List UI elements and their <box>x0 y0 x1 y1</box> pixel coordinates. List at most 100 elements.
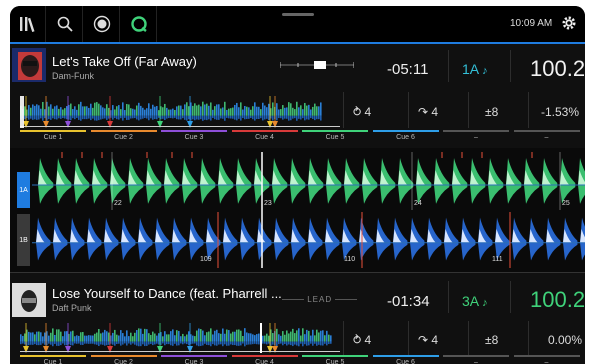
cue-pad-2[interactable]: Cue 2 <box>90 130 157 141</box>
jump-control-a[interactable]: ↷ 4 <box>418 105 438 119</box>
cue-pad-1[interactable]: Cue 1 <box>20 355 86 364</box>
cue-marker-line <box>25 323 27 346</box>
overview-bar <box>104 108 106 116</box>
cue-pad-3[interactable]: Cue 3 <box>161 130 227 141</box>
overview-bar <box>328 334 330 342</box>
overview-bar <box>188 331 190 342</box>
overview-bar <box>32 104 34 116</box>
overview-bar <box>248 107 250 116</box>
overview-bar <box>56 329 58 342</box>
overview-bar <box>330 335 332 342</box>
overview-bar <box>116 115 118 120</box>
record-button[interactable] <box>84 6 120 42</box>
overview-bar <box>112 341 114 345</box>
pitch-range-b[interactable]: ±8 <box>485 333 498 347</box>
cue-pad-8[interactable]: – <box>513 355 580 364</box>
waveform-display[interactable]: 1A 1B 22 23 24 25 109 110 111 <box>10 148 585 272</box>
overview-bar <box>176 106 178 116</box>
overview-bar <box>256 115 258 120</box>
overview-bar <box>206 115 208 121</box>
overview-bar <box>84 106 86 116</box>
cue-pad-3[interactable]: Cue 3 <box>161 355 227 364</box>
overview-waveform-b[interactable] <box>20 323 340 353</box>
overview-bar <box>246 106 248 116</box>
album-art-a[interactable] <box>12 48 46 82</box>
overview-bar <box>150 115 152 119</box>
cue-pad-7[interactable]: – <box>443 355 509 364</box>
overview-bar <box>72 109 74 116</box>
loop-control-a[interactable]: ⥁ 4 <box>353 105 371 119</box>
overview-bar <box>66 341 68 346</box>
overview-bar <box>284 341 286 344</box>
cue-pad-2[interactable]: Cue 2 <box>90 355 157 364</box>
overview-bar <box>320 330 322 342</box>
overview-bar <box>76 109 78 116</box>
cue-label: Cue 5 <box>325 359 345 364</box>
jump-control-b[interactable]: ↷ 4 <box>418 333 438 347</box>
key-b[interactable]: 3A ♪ <box>462 293 488 309</box>
overview-bar <box>156 341 158 344</box>
key-a[interactable]: 1A ♪ <box>462 61 488 77</box>
pitch-position-slider-a[interactable] <box>280 58 354 72</box>
overview-waveform-a[interactable] <box>20 96 340 128</box>
overview-bar <box>202 115 204 121</box>
overview-bar <box>40 108 42 116</box>
overview-bar <box>222 115 224 119</box>
overview-bar <box>72 330 74 342</box>
overview-bar <box>192 115 194 120</box>
pitch-range-a[interactable]: ±8 <box>485 105 498 119</box>
overview-bar <box>128 115 130 120</box>
cue-pad-5[interactable]: Cue 5 <box>302 130 368 141</box>
cue-pad-6[interactable]: Cue 6 <box>372 130 439 141</box>
album-art-b[interactable] <box>12 283 46 317</box>
overview-bar <box>108 107 110 116</box>
overview-bar <box>96 332 98 342</box>
search-button[interactable] <box>47 6 83 42</box>
cue-pad-7[interactable]: – <box>443 130 509 141</box>
overview-bar <box>194 341 196 344</box>
cue-pad-1[interactable]: Cue 1 <box>20 130 86 141</box>
overview-bar <box>40 332 42 342</box>
beat-waveforms[interactable] <box>32 148 585 272</box>
overview-bar <box>88 335 90 342</box>
overview-bar <box>278 115 280 119</box>
overview-bar <box>128 104 130 116</box>
top-bar: 10:09 AM <box>10 6 585 42</box>
overview-bar <box>148 103 150 116</box>
sync-button[interactable] <box>121 6 157 42</box>
overview-bar <box>144 328 146 342</box>
gear-icon[interactable] <box>560 14 578 32</box>
overview-bar <box>212 115 214 118</box>
overview-bar <box>254 115 256 121</box>
overview-bar <box>144 115 146 118</box>
overview-bar <box>244 115 246 120</box>
overview-bar <box>172 329 174 342</box>
cue-pad-4[interactable]: Cue 4 <box>231 130 298 141</box>
cue-pad-5[interactable]: Cue 5 <box>302 355 368 364</box>
overview-bar <box>66 331 68 342</box>
overview-bar <box>262 341 264 344</box>
overview-bar <box>70 103 72 116</box>
overview-bar <box>174 335 176 342</box>
overview-bar <box>76 335 78 342</box>
overview-bar <box>182 115 184 119</box>
cue-pad-8[interactable]: – <box>513 130 580 141</box>
library-button[interactable] <box>10 6 46 42</box>
overview-bar <box>70 341 72 346</box>
clock: 10:09 AM <box>510 18 553 29</box>
overview-bar <box>276 341 278 347</box>
bpm-a[interactable]: 100.2 <box>530 56 585 82</box>
overview-bar <box>42 336 44 342</box>
drawer-handle[interactable] <box>282 13 314 16</box>
overview-bar <box>54 341 56 344</box>
overview-bar <box>224 333 226 342</box>
bpm-b[interactable]: 100.2 <box>530 287 585 313</box>
overview-bar <box>278 109 280 116</box>
loop-control-b[interactable]: ⥁ 4 <box>353 333 371 347</box>
overview-bar <box>144 109 146 116</box>
overview-bar <box>170 331 172 342</box>
overview-bar <box>232 341 234 346</box>
overview-bar <box>308 341 310 346</box>
cue-pad-6[interactable]: Cue 6 <box>372 355 439 364</box>
cue-pad-4[interactable]: Cue 4 <box>231 355 298 364</box>
